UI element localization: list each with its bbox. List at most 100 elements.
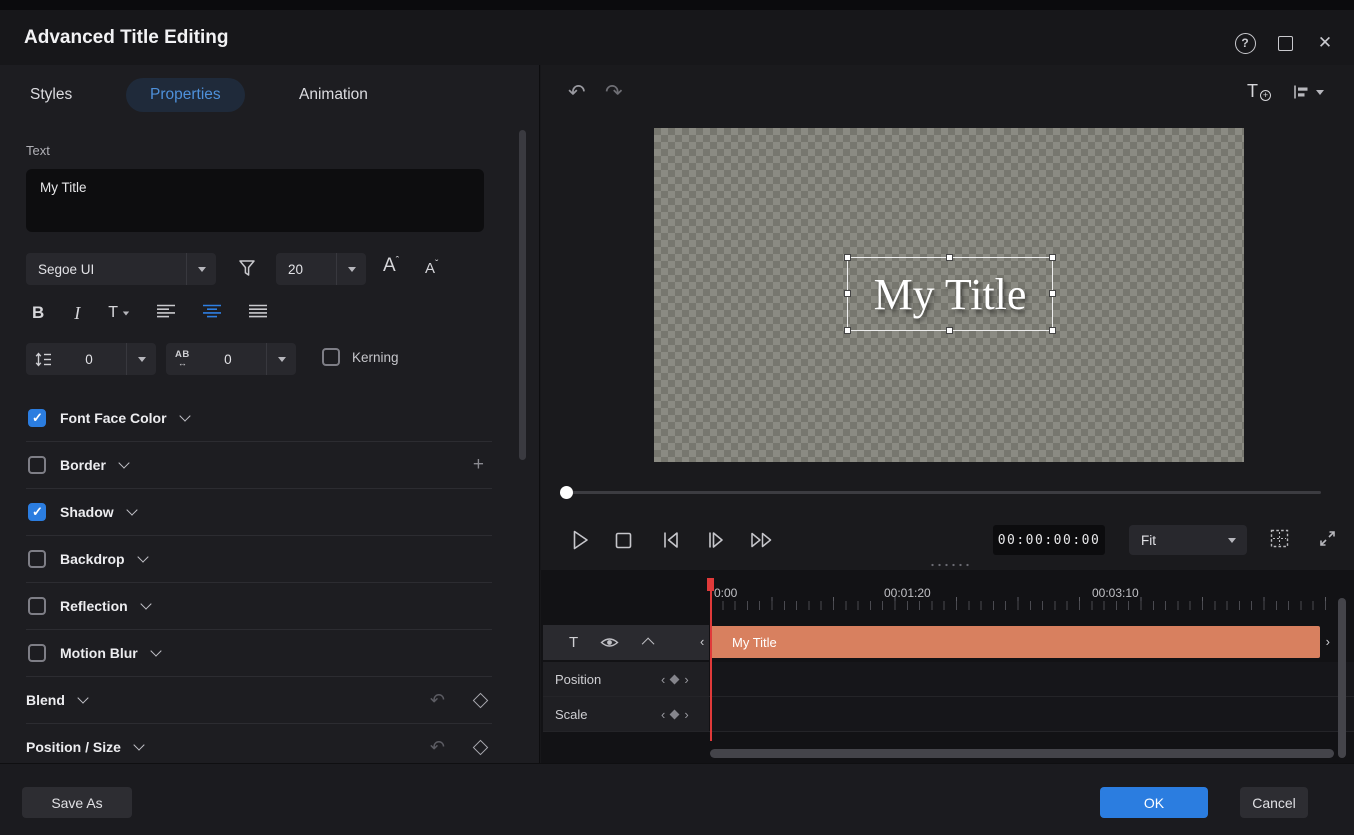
section-position-size[interactable]: Position / Size ↶ (26, 724, 492, 763)
seek-handle[interactable] (560, 486, 573, 499)
scrollbar-thumb[interactable] (710, 749, 1334, 758)
add-text-button[interactable]: T+ (1247, 81, 1258, 102)
font-face-color-checkbox[interactable] (28, 409, 46, 427)
border-checkbox[interactable] (28, 456, 46, 474)
track-visibility-toggle[interactable] (600, 636, 619, 649)
panel-splitter-handle[interactable] (929, 563, 973, 567)
previous-keyframe-button[interactable]: ‹ (661, 708, 665, 721)
bold-button[interactable]: B (32, 303, 44, 323)
zoom-fit-dropdown[interactable]: Fit (1129, 525, 1247, 555)
selection-handle[interactable] (1049, 290, 1056, 297)
section-shadow[interactable]: Shadow (26, 489, 492, 536)
kerning-checkbox[interactable] (322, 348, 340, 366)
previous-frame-button[interactable] (661, 530, 681, 550)
chevron-down-icon[interactable] (118, 457, 129, 468)
line-spacing-control[interactable]: 0 (26, 343, 156, 375)
chevron-down-icon[interactable] (266, 343, 296, 375)
fullscreen-button[interactable] (1318, 529, 1337, 548)
seek-bar[interactable] (567, 491, 1321, 494)
undo-icon[interactable]: ↶ (430, 737, 445, 758)
tab-styles[interactable]: Styles (30, 65, 72, 125)
reflection-checkbox[interactable] (28, 597, 46, 615)
selection-handle[interactable] (1049, 327, 1056, 334)
keyframe-add-icon[interactable] (473, 739, 489, 755)
chevron-down-icon[interactable] (150, 645, 161, 656)
ok-button[interactable]: OK (1100, 787, 1208, 818)
keyframe-icon[interactable] (670, 709, 680, 719)
next-keyframe-button[interactable]: › (684, 673, 688, 686)
scale-keyframe-track[interactable] (710, 697, 1354, 731)
keyframe-icon[interactable] (670, 674, 680, 684)
undo-button[interactable]: ↶ (568, 80, 586, 105)
redo-button[interactable]: ↷ (605, 80, 623, 105)
increase-font-size-button[interactable]: Aˆ (383, 255, 399, 277)
chevron-down-icon[interactable] (186, 253, 216, 285)
safe-area-grid-button[interactable] (1270, 529, 1289, 548)
chevron-down-icon[interactable] (1217, 525, 1247, 555)
chevron-down-icon[interactable] (137, 551, 148, 562)
selection-handle[interactable] (844, 290, 851, 297)
position-keyframe-track[interactable] (710, 662, 1354, 696)
clip-trim-left-handle[interactable]: ‹ (700, 634, 704, 649)
previous-keyframe-button[interactable]: ‹ (661, 673, 665, 686)
timeline-vertical-scrollbar[interactable] (1338, 598, 1346, 758)
keyframe-add-icon[interactable] (473, 692, 489, 708)
font-family-dropdown[interactable]: Segoe UI (26, 253, 216, 285)
align-right-button[interactable] (248, 304, 268, 323)
selection-handle[interactable] (946, 254, 953, 261)
help-button[interactable]: ? (1232, 30, 1258, 56)
decrease-font-size-button[interactable]: Aˇ (425, 259, 438, 277)
stop-button[interactable] (615, 532, 632, 549)
play-button[interactable] (570, 529, 590, 551)
preview-title-text[interactable]: My Title (874, 269, 1027, 320)
title-clip[interactable]: ‹ My Title › (710, 626, 1320, 658)
panel-scrollbar[interactable] (519, 130, 526, 460)
chevron-down-icon[interactable] (336, 253, 366, 285)
title-text-input[interactable]: My Title (26, 169, 484, 232)
motion-blur-checkbox[interactable] (28, 644, 46, 662)
title-selection-box[interactable]: My Title (847, 257, 1053, 331)
chevron-down-icon[interactable] (77, 692, 88, 703)
section-backdrop[interactable]: Backdrop (26, 536, 492, 583)
selection-handle[interactable] (1049, 254, 1056, 261)
cancel-button[interactable]: Cancel (1240, 787, 1308, 818)
chevron-up-icon[interactable] (642, 638, 655, 651)
chevron-down-icon[interactable] (179, 410, 190, 421)
close-button[interactable]: ✕ (1312, 30, 1338, 56)
tab-properties[interactable]: Properties (126, 78, 245, 112)
selection-handle[interactable] (946, 327, 953, 334)
chevron-down-icon[interactable] (126, 343, 156, 375)
undo-icon[interactable]: ↶ (430, 690, 445, 711)
preview-canvas[interactable]: My Title (654, 128, 1244, 462)
shadow-checkbox[interactable] (28, 503, 46, 521)
kerning-toggle[interactable]: Kerning (322, 348, 399, 366)
font-size-dropdown[interactable]: 20 (276, 253, 366, 285)
align-left-button[interactable] (156, 304, 176, 323)
clip-trim-right-handle[interactable]: › (1326, 634, 1330, 649)
playhead-line[interactable] (710, 578, 712, 741)
add-border-button[interactable]: + (473, 454, 484, 476)
selection-handle[interactable] (844, 254, 851, 261)
section-border[interactable]: Border + (26, 442, 492, 489)
timeline-horizontal-scrollbar[interactable] (710, 749, 1334, 758)
alignment-dropdown[interactable] (1293, 85, 1324, 99)
align-center-button[interactable] (202, 304, 222, 323)
chevron-down-icon[interactable] (133, 739, 144, 750)
backdrop-checkbox[interactable] (28, 550, 46, 568)
text-style-dropdown[interactable]: T (108, 304, 130, 322)
tab-animation[interactable]: Animation (299, 65, 368, 125)
selection-handle[interactable] (844, 327, 851, 334)
save-as-button[interactable]: Save As (22, 787, 132, 818)
chevron-down-icon[interactable] (140, 598, 151, 609)
maximize-button[interactable] (1272, 30, 1298, 56)
next-keyframe-button[interactable]: › (684, 708, 688, 721)
section-blend[interactable]: Blend ↶ (26, 677, 492, 724)
section-motion-blur[interactable]: Motion Blur (26, 630, 492, 677)
fast-forward-button[interactable] (750, 531, 774, 549)
section-font-face-color[interactable]: Font Face Color (26, 395, 492, 442)
font-filter-icon[interactable] (237, 259, 257, 283)
italic-button[interactable]: I (74, 303, 80, 324)
chevron-down-icon[interactable] (126, 504, 137, 515)
next-frame-button[interactable] (706, 530, 726, 550)
letter-spacing-control[interactable]: AB ↔ 0 (166, 343, 296, 375)
